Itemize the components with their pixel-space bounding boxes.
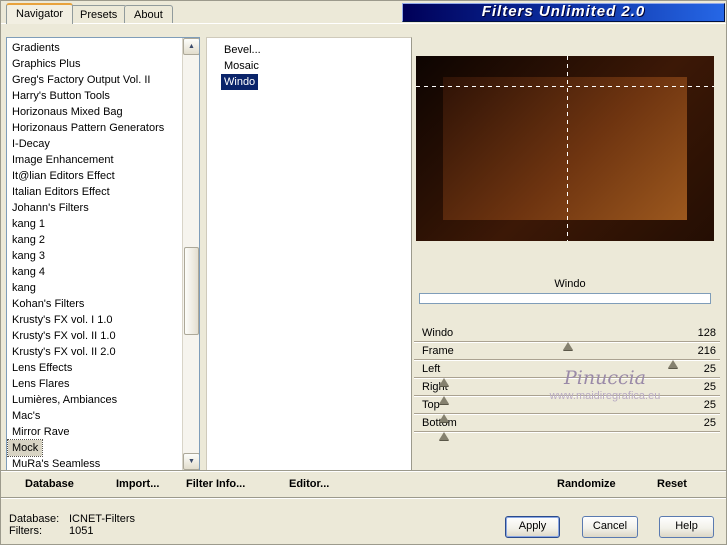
category-list-item[interactable]: Graphics Plus bbox=[8, 56, 181, 72]
filter-list-item[interactable]: Mosaic bbox=[221, 58, 262, 74]
slider-value: 25 bbox=[703, 363, 716, 375]
category-items: Gradients Graphics Plus Greg's Factory Out… bbox=[7, 40, 181, 470]
editor-button[interactable]: Editor... bbox=[289, 471, 329, 497]
category-list-item[interactable]: Greg's Factory Output Vol. II bbox=[8, 72, 181, 88]
category-list-item[interactable]: Lens Effects bbox=[8, 360, 181, 376]
slider-label: Windo bbox=[422, 327, 454, 339]
category-list-item[interactable]: Kohan's Filters bbox=[8, 296, 181, 312]
category-list-item[interactable]: Mirror Rave bbox=[8, 424, 181, 440]
status-database-row: Database: ICNET-Filters bbox=[9, 513, 135, 525]
slider-row[interactable]: Right 25 bbox=[414, 379, 720, 404]
category-list-item[interactable]: Lens Flares bbox=[8, 376, 181, 392]
category-list-item[interactable]: kang 2 bbox=[8, 232, 181, 248]
category-list-item[interactable]: kang bbox=[8, 280, 181, 296]
category-list-item[interactable]: kang 3 bbox=[8, 248, 181, 264]
slider-row[interactable]: Windo 128 bbox=[414, 325, 720, 350]
bottom-toolbar: Database Import... Filter Info... Editor… bbox=[1, 470, 726, 498]
scroll-up-button[interactable]: ▲ bbox=[183, 38, 199, 55]
category-list-item[interactable]: Krusty's FX vol. II 2.0 bbox=[8, 344, 181, 360]
app-title-banner: Filters Unlimited 2.0 bbox=[402, 3, 725, 22]
slider-value: 128 bbox=[697, 327, 716, 339]
help-button[interactable]: Help bbox=[659, 516, 714, 538]
category-list-item[interactable]: kang 4 bbox=[8, 264, 181, 280]
filter-info-button[interactable]: Filter Info... bbox=[186, 471, 245, 497]
filter-list-item[interactable]: Windo bbox=[221, 74, 259, 90]
category-list-item[interactable]: Krusty's FX vol. II 1.0 bbox=[8, 328, 181, 344]
slider-thumb[interactable] bbox=[562, 342, 573, 350]
progress-bar bbox=[419, 293, 711, 304]
slider-thumb[interactable] bbox=[438, 414, 449, 422]
crosshair-horizontal-line bbox=[416, 86, 714, 87]
slider-value: 25 bbox=[703, 381, 716, 393]
slider-thumb[interactable] bbox=[668, 360, 679, 368]
tab-page-edge bbox=[1, 23, 726, 24]
import-button[interactable]: Import... bbox=[116, 471, 159, 497]
preview-inner-frame bbox=[443, 77, 687, 220]
category-list-item[interactable]: Italian Editors Effect bbox=[8, 184, 181, 200]
crosshair-vertical-line bbox=[567, 56, 568, 241]
category-list-item[interactable]: Harry's Button Tools bbox=[8, 88, 181, 104]
status-filters-label: Filters: bbox=[9, 525, 42, 537]
slider-thumb[interactable] bbox=[438, 396, 449, 404]
category-listbox: Gradients Graphics Plus Greg's Factory Out… bbox=[6, 37, 200, 471]
slider-value: 25 bbox=[703, 399, 716, 411]
filter-list-item[interactable]: Bevel... bbox=[221, 42, 264, 58]
slider-value: 25 bbox=[703, 417, 716, 429]
slider-group: Windo 128 Frame 216 Left 25 Right 25 Top… bbox=[414, 325, 720, 440]
category-list-item[interactable]: Krusty's FX vol. I 1.0 bbox=[8, 312, 181, 328]
preview-panel: Windo Windo 128 Frame 216 Left 25 Right … bbox=[412, 37, 726, 471]
category-list-item[interactable]: Gradients bbox=[8, 40, 181, 56]
slider-label: Frame bbox=[422, 345, 454, 357]
status-filters-row: Filters: 1051 bbox=[9, 525, 135, 537]
database-button[interactable]: Database bbox=[25, 471, 74, 497]
tab-about[interactable]: About bbox=[124, 5, 173, 24]
cancel-button[interactable]: Cancel bbox=[582, 516, 638, 538]
category-list-item[interactable]: Mock bbox=[7, 439, 44, 457]
tab-presets[interactable]: Presets bbox=[70, 5, 128, 24]
slider-thumb[interactable] bbox=[438, 432, 449, 440]
slider-thumb[interactable] bbox=[438, 378, 449, 386]
slider-label: Left bbox=[422, 363, 441, 375]
status-area: Database: ICNET-Filters Filters: 1051 bbox=[9, 513, 135, 537]
apply-button[interactable]: Apply bbox=[505, 516, 560, 538]
scroll-down-button[interactable]: ▼ bbox=[183, 453, 199, 470]
status-filters-value: 1051 bbox=[69, 525, 94, 537]
category-list-item[interactable]: Image Enhancement bbox=[8, 152, 181, 168]
category-list-item[interactable]: MuRa's Seamless bbox=[8, 456, 181, 470]
filter-preview-image[interactable] bbox=[416, 56, 714, 241]
category-list-item[interactable]: Lumières, Ambiances bbox=[8, 392, 181, 408]
preview-filter-name: Windo bbox=[554, 278, 586, 290]
status-database-value: ICNET-Filters bbox=[69, 513, 135, 525]
category-list-item[interactable]: kang 1 bbox=[8, 216, 181, 232]
slider-row[interactable]: Top 25 bbox=[414, 397, 720, 422]
category-list-item[interactable]: Horizonaus Pattern Generators bbox=[8, 120, 181, 136]
tab-navigator[interactable]: Navigator bbox=[6, 3, 74, 24]
scrollbar-thumb[interactable] bbox=[184, 247, 199, 335]
status-database-label: Database: bbox=[9, 513, 60, 525]
category-scrollbar[interactable]: ▲ ▼ bbox=[182, 38, 199, 470]
slider-value: 216 bbox=[697, 345, 716, 357]
filters-unlimited-window: Navigator Presets About Filters Unlimite… bbox=[0, 0, 727, 545]
scroll-down-icon: ▼ bbox=[188, 458, 195, 465]
slider-label: Top bbox=[422, 399, 440, 411]
category-list-item[interactable]: It@lian Editors Effect bbox=[8, 168, 181, 184]
category-list-item[interactable]: Johann's Filters bbox=[8, 200, 181, 216]
scroll-up-icon: ▲ bbox=[188, 43, 195, 50]
category-list-item[interactable]: Mac's bbox=[8, 408, 181, 424]
category-list-item[interactable]: Horizonaus Mixed Bag bbox=[8, 104, 181, 120]
randomize-button[interactable]: Randomize bbox=[557, 471, 616, 497]
reset-button[interactable]: Reset bbox=[657, 471, 687, 497]
category-list-item[interactable]: I-Decay bbox=[8, 136, 181, 152]
slider-row[interactable]: Bottom 25 bbox=[414, 415, 720, 440]
filter-listbox: Bevel... Mosaic Windo bbox=[206, 37, 412, 471]
